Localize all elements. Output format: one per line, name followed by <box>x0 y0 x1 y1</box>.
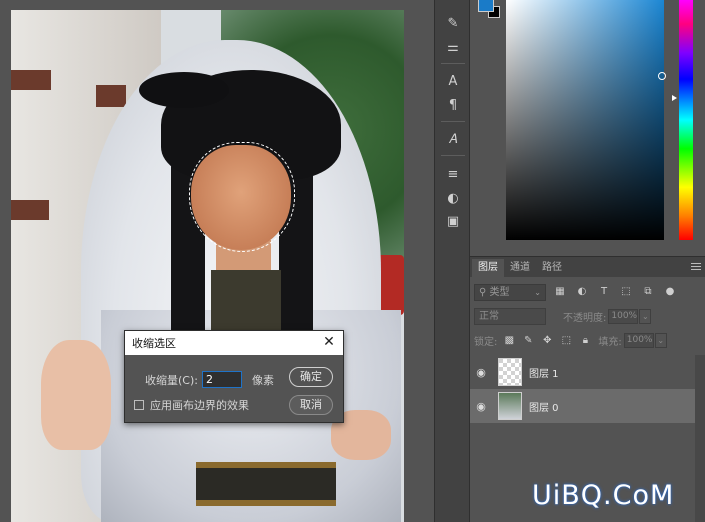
glyphs-icon[interactable]: 𝐴 <box>443 130 463 150</box>
adjustments-icon[interactable]: ◐ <box>443 189 463 209</box>
tab-layers[interactable]: 图层 <box>472 259 504 277</box>
dialog-titlebar[interactable]: 收缩选区 ✕ <box>125 331 343 355</box>
photo-hand <box>41 340 111 450</box>
contract-input[interactable]: 2 <box>201 371 242 388</box>
divider <box>441 121 465 122</box>
layer-kind-select[interactable]: ⚲ 类型 ⌄ <box>474 283 546 301</box>
contract-row: 收缩量(C): 2 像素 <box>145 371 274 388</box>
layer-filter-row: ⚲ 类型 ⌄ ▦ ◐ T ⬚ ⧉ ● <box>470 283 705 301</box>
divider <box>441 155 465 156</box>
layer-row[interactable]: ◉ 图层 1 <box>470 355 695 389</box>
layer-row[interactable]: ◉ 图层 0 <box>470 389 695 423</box>
layer-thumbnail <box>498 392 522 420</box>
lock-transparent-icon[interactable]: ▩ <box>502 335 516 346</box>
chevron-down-icon[interactable]: ⌄ <box>654 332 667 348</box>
character-icon[interactable]: A <box>443 72 463 92</box>
color-picker-ring[interactable] <box>658 72 666 80</box>
hue-slider-handle[interactable] <box>672 95 677 101</box>
search-icon: ⚲ <box>479 286 490 298</box>
brush-settings-icon[interactable]: ⚌ <box>443 38 463 58</box>
adjustment-filter-icon[interactable]: ◐ <box>574 284 590 300</box>
lock-artboard-icon[interactable]: ⬚ <box>559 335 573 346</box>
layers-panel-tabs: 图层 通道 路径 <box>470 257 705 277</box>
apply-canvas-row: 应用画布边界的效果 <box>134 397 249 413</box>
shape-filter-icon[interactable]: ⬚ <box>618 284 634 300</box>
layer-name: 图层 0 <box>529 402 559 414</box>
kind-label: 类型 <box>489 286 510 298</box>
photo-window <box>11 70 51 90</box>
lock-all-icon[interactable]: 🔒︎ <box>578 335 592 346</box>
color-panel <box>470 0 705 256</box>
tab-channels[interactable]: 通道 <box>504 259 536 277</box>
color-field[interactable] <box>506 0 664 240</box>
hue-slider[interactable] <box>679 0 693 240</box>
visibility-eye-icon[interactable]: ◉ <box>470 400 492 413</box>
lock-row: 锁定: ▩ ✎ ✥ ⬚ 🔒︎ 填充: 100% ⌄ <box>470 331 705 349</box>
opacity-label: 不透明度: <box>563 312 607 324</box>
canvas-area: 收缩选区 ✕ 收缩量(C): 2 像素 应用画布边界的效果 确定 取消 <box>0 0 434 522</box>
blend-row: 正常 不透明度: 100% ⌄ <box>470 307 705 325</box>
lock-position-icon[interactable]: ✥ <box>540 335 554 346</box>
close-icon[interactable]: ✕ <box>321 334 337 350</box>
unit-label: 像素 <box>251 373 274 387</box>
fill-label: 填充: <box>598 336 622 348</box>
pixel-filter-icon[interactable]: ▦ <box>552 284 568 300</box>
filter-toggle-icon[interactable]: ● <box>662 284 678 300</box>
photo-window <box>96 85 126 107</box>
tab-paths[interactable]: 路径 <box>536 259 568 277</box>
opacity-input[interactable]: 100% <box>608 308 639 324</box>
layer-name: 图层 1 <box>529 368 559 380</box>
dialog-title: 收缩选区 <box>132 337 176 350</box>
watermark-logo: UiBQ.CoM <box>532 480 675 511</box>
blend-mode-select[interactable]: 正常 <box>474 307 546 325</box>
contract-selection-dialog: 收缩选区 ✕ 收缩量(C): 2 像素 应用画布边界的效果 确定 取消 <box>124 330 344 423</box>
chevron-down-icon[interactable]: ⌄ <box>639 308 652 324</box>
visibility-eye-icon[interactable]: ◉ <box>470 366 492 379</box>
photoshop-window: 收缩选区 ✕ 收缩量(C): 2 像素 应用画布边界的效果 确定 取消 ✎ ⚌ … <box>0 0 705 522</box>
apply-canvas-checkbox[interactable] <box>134 400 144 410</box>
ok-button[interactable]: 确定 <box>289 367 333 387</box>
contract-label: 收缩量(C): <box>145 373 198 387</box>
brush-icon[interactable]: ✎ <box>443 14 463 34</box>
libraries-icon[interactable]: ▣ <box>443 212 463 232</box>
fill-input[interactable]: 100% <box>623 332 654 348</box>
smart-object-filter-icon[interactable]: ⧉ <box>640 284 656 300</box>
panel-menu-icon[interactable] <box>691 263 701 270</box>
lock-label: 锁定: <box>474 336 498 348</box>
layer-thumbnail <box>498 358 522 386</box>
photo-window <box>11 200 49 220</box>
properties-icon[interactable]: ≡ <box>443 165 463 185</box>
document-canvas[interactable] <box>11 10 404 522</box>
lock-image-icon[interactable]: ✎ <box>521 335 535 346</box>
chevron-down-icon: ⌄ <box>534 287 541 297</box>
divider <box>441 63 465 64</box>
paragraph-icon[interactable]: ¶ <box>443 96 463 116</box>
panel-icon-strip: ✎ ⚌ A ¶ 𝐴 ≡ ◐ ▣ <box>434 0 470 522</box>
cancel-button[interactable]: 取消 <box>289 395 333 415</box>
foreground-color-swatch[interactable] <box>478 0 494 12</box>
layers-scrollbar[interactable] <box>695 355 705 522</box>
apply-canvas-label: 应用画布边界的效果 <box>150 399 249 412</box>
photo-hair-bun <box>139 72 229 108</box>
photo-belt <box>196 462 336 506</box>
marquee-selection[interactable] <box>189 142 295 252</box>
type-filter-icon[interactable]: T <box>596 284 612 300</box>
